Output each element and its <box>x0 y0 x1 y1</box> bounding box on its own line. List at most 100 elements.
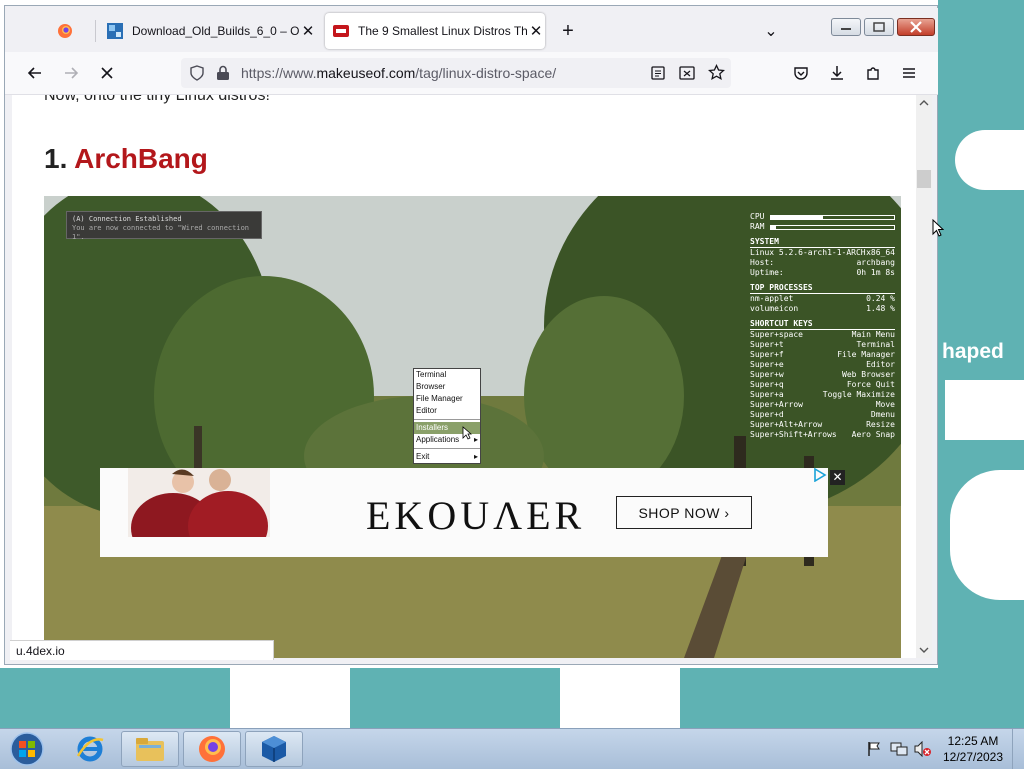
windows-taskbar: 12:25 AM 12/27/2023 <box>0 728 1024 769</box>
reader-view-icon[interactable] <box>651 66 665 80</box>
cpu-bar <box>770 215 895 220</box>
url-text[interactable]: https://www.makeuseof.com/tag/linux-dist… <box>241 65 556 81</box>
tab-firefox[interactable] <box>49 13 93 49</box>
pocket-button[interactable] <box>787 52 815 94</box>
tab-smallest-linux-distros[interactable]: The 9 Smallest Linux Distros Th ✕ <box>325 13 545 49</box>
clock-date: 12/27/2023 <box>942 750 1004 764</box>
menu-item-exit[interactable]: Exit ▸ <box>414 451 480 463</box>
system-info-row-key: Uptime: <box>750 268 784 277</box>
puzzle-icon <box>867 67 879 80</box>
back-button[interactable] <box>21 52 49 94</box>
shortcut-row-value: File Manager <box>837 350 895 359</box>
system-info-row-value: 0h 1m 8s <box>856 268 895 277</box>
link-status-bar: u.4dex.io <box>10 640 274 660</box>
process-row: volumeicon 1.48 % <box>750 304 895 314</box>
windows-start-orb-icon <box>10 732 44 766</box>
system-info-row-key: Linux 5.2.6-arch1-1-ARCH <box>750 248 866 257</box>
shortcut-row-key: Super+Alt+Arrow <box>750 420 823 429</box>
minimize-button[interactable] <box>831 18 861 36</box>
shortcut-row-key: Super+Shift+Arrows <box>750 430 837 439</box>
scroll-down-arrow-icon[interactable] <box>919 646 929 654</box>
system-info-row: Uptime: 0h 1m 8s <box>750 268 895 278</box>
process-row-key: nm-applet <box>750 294 794 303</box>
shortcut-row-value: Move <box>875 400 895 409</box>
taskbar-file-explorer[interactable] <box>121 731 179 767</box>
taskbar-virtualbox[interactable] <box>245 731 303 767</box>
tab-strip: Download_Old_Builds_6_0 – Or ✕ The 9 Sma… <box>5 8 938 52</box>
archbang-link[interactable]: ArchBang <box>74 143 208 174</box>
minimize-icon <box>841 28 851 30</box>
conky-system-monitor: CPU RAM SYSTEM Linux 5.2.6-arch1-1-ARCH x… <box>750 212 895 440</box>
action-center-flag-icon[interactable] <box>866 741 882 757</box>
tab-close-icon[interactable]: ✕ <box>527 22 545 40</box>
ad-brand-logo: EKOUΛER <box>366 493 586 538</box>
shortcut-row-key: Super+e <box>750 360 784 369</box>
menu-item-terminal[interactable]: Terminal <box>414 369 480 381</box>
shortcut-row: Super+a Toggle Maximize <box>750 390 895 400</box>
shortcut-row: Super+space Main Menu <box>750 330 895 340</box>
bookmark-star-icon[interactable] <box>708 64 725 81</box>
cpu-bar-fill <box>771 216 823 219</box>
menu-item-editor[interactable]: Editor <box>414 405 480 417</box>
ram-label: RAM <box>750 222 765 231</box>
top-processes-header: TOP PROCESSES <box>750 283 895 294</box>
system-info-row: Linux 5.2.6-arch1-1-ARCH x86_64 <box>750 248 895 258</box>
back-arrow-icon <box>27 67 41 79</box>
menu-button[interactable] <box>895 52 923 94</box>
new-tab-button[interactable]: + <box>553 13 583 49</box>
tracking-protection-shield-icon[interactable] <box>189 65 205 81</box>
internet-explorer-icon <box>76 736 104 762</box>
screenshot-icon[interactable] <box>679 66 695 80</box>
ram-bar <box>770 225 895 230</box>
ad-shop-now-button[interactable]: SHOP NOW › <box>616 496 752 529</box>
scroll-up-arrow-icon[interactable] <box>919 99 929 107</box>
system-header: SYSTEM <box>750 237 895 248</box>
adchoices-icon[interactable] <box>813 468 827 482</box>
stop-loading-button[interactable] <box>93 52 121 94</box>
shortcut-row-value: Dmenu <box>870 410 895 419</box>
scrollbar-thumb[interactable] <box>917 170 931 188</box>
list-all-tabs-button[interactable]: ⌄ <box>758 13 784 49</box>
archbang-screenshot: (A) Connection Established You are now c… <box>44 196 901 658</box>
forward-button[interactable] <box>57 52 85 94</box>
system-clock[interactable]: 12:25 AM 12/27/2023 <box>938 733 1008 765</box>
tab-close-icon[interactable]: ✕ <box>299 22 317 40</box>
page-scrollbar[interactable] <box>916 95 932 658</box>
process-row-value: 0.24 % <box>866 294 895 303</box>
taskbar-internet-explorer[interactable] <box>61 731 119 767</box>
tab-download-old-builds[interactable]: Download_Old_Builds_6_0 – Or ✕ <box>99 13 317 49</box>
advertisement-banner[interactable]: EKOUΛER SHOP NOW › <box>100 468 828 557</box>
volume-muted-icon[interactable] <box>914 741 932 757</box>
clock-time: 12:25 AM <box>947 734 999 748</box>
shortcut-row-key: Super+f <box>750 350 784 359</box>
ad-close-button[interactable]: ✕ <box>830 470 845 485</box>
stop-icon <box>101 67 113 79</box>
start-button[interactable] <box>0 731 54 767</box>
taskbar-firefox[interactable] <box>183 731 241 767</box>
downloads-button[interactable] <box>823 52 851 94</box>
menu-item-browser[interactable]: Browser <box>414 381 480 393</box>
lock-icon[interactable] <box>216 65 230 81</box>
close-window-button[interactable] <box>897 18 935 36</box>
shortcut-row: Super+q Force Quit <box>750 380 895 390</box>
shortcut-row: Super+Shift+Arrows Aero Snap <box>750 430 895 440</box>
shortcut-row-key: Super+space <box>750 330 803 339</box>
shortcut-row-value: Editor <box>866 360 895 369</box>
folder-icon <box>136 738 164 761</box>
shortcut-row: Super+w Web Browser <box>750 370 895 380</box>
shortcut-row: Super+Alt+Arrow Resize <box>750 420 895 430</box>
openbox-context-menu: Terminal Browser File Manager Editor Ins… <box>413 368 481 464</box>
address-bar[interactable]: https://www.makeuseof.com/tag/linux-dist… <box>181 58 731 88</box>
process-row-key: volumeicon <box>750 304 799 313</box>
shortcut-row-key: Super+t <box>750 340 784 349</box>
page-content: Now, onto the tiny Linux distros! 1. Arc… <box>12 95 916 658</box>
shortcut-row-value: Aero Snap <box>851 430 895 439</box>
shortcut-row: Super+Arrow Move <box>750 400 895 410</box>
extensions-button[interactable] <box>859 52 887 94</box>
tab-label: Download_Old_Builds_6_0 – Or <box>132 24 299 38</box>
menu-item-file-manager[interactable]: File Manager <box>414 393 480 405</box>
show-desktop-button[interactable] <box>1012 729 1024 769</box>
maximize-button[interactable] <box>864 18 894 36</box>
network-icon[interactable] <box>890 741 908 757</box>
shortcut-row-value: Force Quit <box>846 380 895 389</box>
